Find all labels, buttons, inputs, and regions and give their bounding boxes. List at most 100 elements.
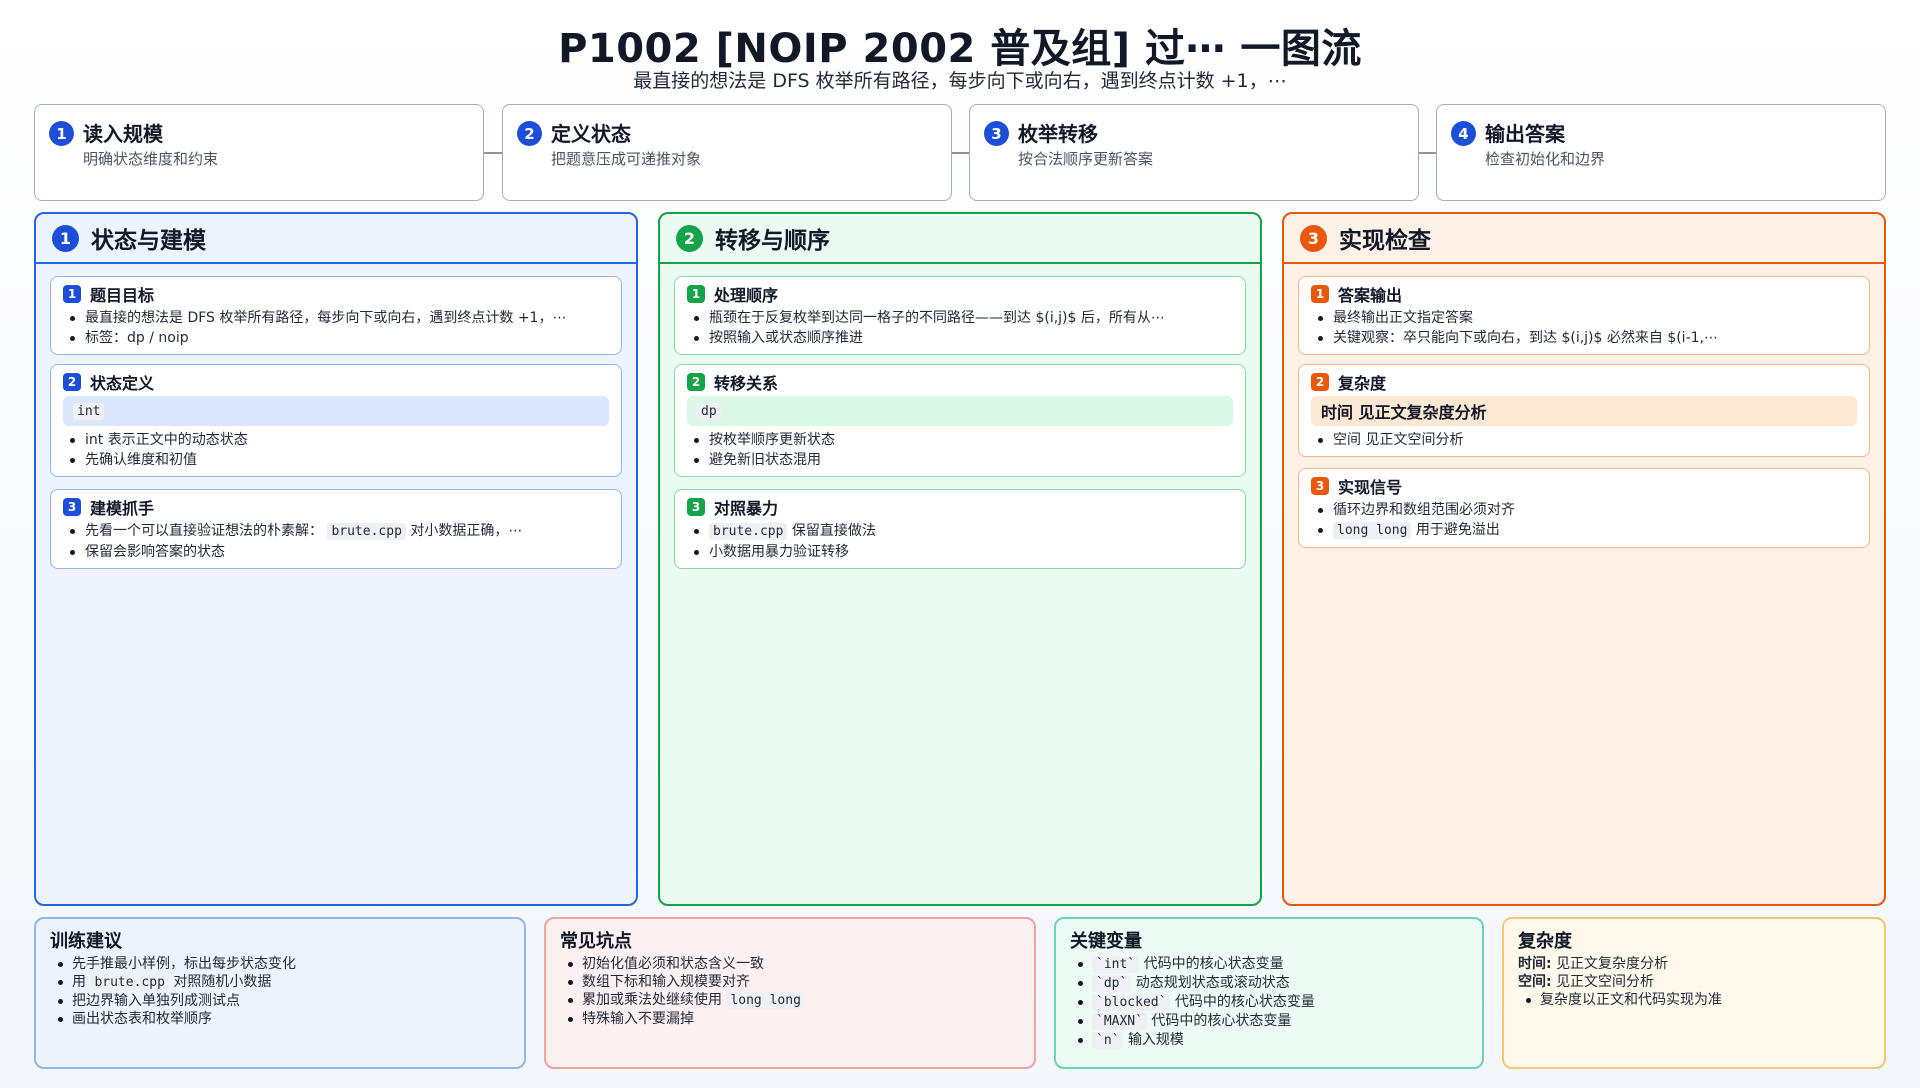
box-title: 训练建议 — [50, 931, 122, 952]
card-number-badge: 1 — [687, 285, 705, 303]
column-implementation: 3 实现检查 1 答案输出 最终输出正文指定答案 关键观察：卒只能向下或向右，到… — [1282, 212, 1886, 906]
bullet-item: 瓶颈在于反复枚举到达同一格子的不同路径——到达 $(i,j)$ 后，所有从⋯ — [687, 308, 1233, 328]
card-number-badge: 1 — [1311, 285, 1329, 303]
bullet-item: 最终输出正文指定答案 — [1311, 308, 1857, 328]
bullet-item: 按枚举顺序更新状态 — [687, 430, 1233, 450]
card-title: 实现信号 — [1338, 478, 1403, 497]
step-number-badge: 3 — [984, 121, 1009, 146]
step-2: 2 定义状态 把题意压成可递推对象 — [502, 104, 952, 201]
column-title: 实现检查 — [1339, 228, 1431, 254]
list-item: `MAXN` 代码中的核心状态变量 — [1070, 1012, 1468, 1031]
bullet-item: 关键观察：卒只能向下或向右，到达 $(i,j)$ 必然来自 $(i-1,⋯ — [1311, 328, 1857, 348]
card-brute-compare: 3 对照暴力 brute.cpp 保留直接做法 小数据用暴力验证转移 — [674, 489, 1246, 569]
card-title: 复杂度 — [1338, 374, 1387, 393]
step-number-badge: 1 — [49, 121, 74, 146]
column-title: 状态与建模 — [91, 228, 206, 254]
training-tips-box: 训练建议 先手推最小样例，标出每步状态变化 用 brute.cpp 对照随机小数… — [34, 917, 526, 1069]
column-title: 转移与顺序 — [715, 228, 830, 254]
complexity-highlight: 时间 见正文复杂度分析 — [1311, 396, 1857, 426]
page-subtitle: 最直接的想法是 DFS 枚举所有路径，每步向下或向右，遇到终点计数 +1，⋯ — [633, 70, 1287, 92]
box-title: 关键变量 — [1070, 931, 1142, 952]
column-number-badge: 2 — [676, 224, 703, 252]
column-modeling: 1 状态与建模 1 题目目标 最直接的想法是 DFS 枚举所有路径，每步向下或向… — [34, 212, 638, 906]
code-token: long long — [1333, 522, 1412, 539]
list-item: 初始化值必须和状态含义一致 — [560, 955, 1020, 973]
card-order: 1 处理顺序 瓶颈在于反复枚举到达同一格子的不同路径——到达 $(i,j)$ 后… — [674, 276, 1246, 355]
code-token: long long — [726, 992, 805, 1009]
card-title: 状态定义 — [90, 374, 155, 393]
box-title: 常见坑点 — [560, 931, 632, 952]
card-number-badge: 2 — [1311, 373, 1329, 391]
list-item: 数组下标和输入规模要对齐 — [560, 973, 1020, 991]
bullet-item: 先确认维度和初值 — [63, 450, 609, 470]
step-number-badge: 2 — [517, 121, 542, 146]
step-1: 1 读入规模 明确状态维度和约束 — [34, 104, 484, 201]
step-title: 读入规模 — [83, 122, 163, 146]
step-desc: 按合法顺序更新答案 — [1018, 150, 1154, 168]
time-complexity: 时间: 见正文复杂度分析 — [1518, 956, 1669, 972]
bullet-item: 按照输入或状态顺序推进 — [687, 328, 1233, 348]
card-state-def: 2 状态定义 int int 表示正文中的动态状态 先确认维度和初值 — [50, 364, 622, 477]
list-item: 累加或乘法处继续使用 long long — [560, 991, 1020, 1010]
step-desc: 检查初始化和边界 — [1485, 150, 1606, 168]
list-item: `blocked` 代码中的核心状态变量 — [1070, 993, 1468, 1012]
list-item: `dp` 动态规划状态或滚动状态 — [1070, 974, 1468, 993]
list-item: 画出状态表和枚举顺序 — [50, 1010, 510, 1028]
list-item: 复杂度以正文和代码实现为准 — [1518, 991, 1870, 1009]
card-number-badge: 2 — [63, 373, 81, 391]
code-token: brute.cpp — [709, 523, 788, 540]
bullet-item: 保留会影响答案的状态 — [63, 542, 609, 562]
list-item: 特殊输入不要漏掉 — [560, 1010, 1020, 1028]
bullet-item: 标签：dp / noip — [63, 328, 609, 348]
step-desc: 明确状态维度和约束 — [83, 150, 219, 168]
bullet-item: 避免新旧状态混用 — [687, 450, 1233, 470]
card-number-badge: 2 — [687, 373, 705, 391]
code-token: `int` — [1092, 956, 1140, 973]
card-modeling-grip: 3 建模抓手 先看一个可以直接验证想法的朴素解： brute.cpp 对小数据正… — [50, 489, 622, 569]
code-token: brute.cpp — [327, 523, 406, 540]
code-highlight: int — [63, 396, 609, 426]
bullet-item: int 表示正文中的动态状态 — [63, 430, 609, 450]
column-number-badge: 3 — [1300, 224, 1327, 252]
key-variables-box: 关键变量 `int` 代码中的核心状态变量 `dp` 动态规划状态或滚动状态 `… — [1054, 917, 1484, 1069]
card-impl-signals: 3 实现信号 循环边界和数组范围必须对齐 long long 用于避免溢出 — [1298, 468, 1870, 548]
bullet-item: 空间 见正文空间分析 — [1311, 430, 1857, 450]
bullet-item: long long 用于避免溢出 — [1311, 520, 1857, 541]
column-header: 3 实现检查 — [1284, 214, 1884, 264]
card-title: 转移关系 — [714, 374, 779, 393]
bullet-item: 循环边界和数组范围必须对齐 — [1311, 500, 1857, 520]
step-4: 4 输出答案 检查初始化和边界 — [1436, 104, 1886, 201]
bullet-item: 小数据用暴力验证转移 — [687, 542, 1233, 562]
code-token: `dp` — [1092, 975, 1132, 992]
card-transition: 2 转移关系 dp 按枚举顺序更新状态 避免新旧状态混用 — [674, 364, 1246, 477]
card-complexity: 2 复杂度 时间 见正文复杂度分析 空间 见正文空间分析 — [1298, 364, 1870, 457]
card-number-badge: 3 — [63, 498, 81, 516]
bullet-item: 先看一个可以直接验证想法的朴素解： brute.cpp 对小数据正确，⋯ — [63, 521, 609, 542]
space-complexity: 空间: 见正文空间分析 — [1518, 974, 1655, 990]
step-desc: 把题意压成可递推对象 — [551, 150, 702, 168]
card-title: 对照暴力 — [714, 499, 779, 518]
list-item: 用 brute.cpp 对照随机小数据 — [50, 973, 510, 992]
card-number-badge: 1 — [63, 285, 81, 303]
list-item: 先手推最小样例，标出每步状态变化 — [50, 955, 510, 973]
bullet-item: 最直接的想法是 DFS 枚举所有路径，每步向下或向右，遇到终点计数 +1，⋯ — [63, 308, 609, 328]
step-title: 定义状态 — [551, 122, 631, 146]
card-number-badge: 3 — [1311, 477, 1329, 495]
column-number-badge: 1 — [52, 224, 79, 252]
list-item: 把边界输入单独列成测试点 — [50, 992, 510, 1010]
step-title: 输出答案 — [1485, 122, 1565, 146]
card-title: 处理顺序 — [714, 286, 779, 305]
card-output: 1 答案输出 最终输出正文指定答案 关键观察：卒只能向下或向右，到达 $(i,j… — [1298, 276, 1870, 355]
card-number-badge: 3 — [687, 498, 705, 516]
list-item: `n` 输入规模 — [1070, 1031, 1468, 1050]
column-header: 1 状态与建模 — [36, 214, 636, 264]
code-token: brute.cpp — [90, 974, 169, 991]
card-title: 题目目标 — [90, 286, 155, 305]
list-item: `int` 代码中的核心状态变量 — [1070, 955, 1468, 974]
code-token: `blocked` — [1092, 994, 1171, 1011]
step-title: 枚举转移 — [1018, 122, 1098, 146]
pitfalls-box: 常见坑点 初始化值必须和状态含义一致 数组下标和输入规模要对齐 累加或乘法处继续… — [544, 917, 1036, 1069]
step-3: 3 枚举转移 按合法顺序更新答案 — [969, 104, 1419, 201]
steps-flow: 1 读入规模 明确状态维度和约束 2 定义状态 把题意压成可递推对象 3 枚举转… — [34, 104, 1886, 201]
column-transitions: 2 转移与顺序 1 处理顺序 瓶颈在于反复枚举到达同一格子的不同路径——到达 $… — [658, 212, 1262, 906]
